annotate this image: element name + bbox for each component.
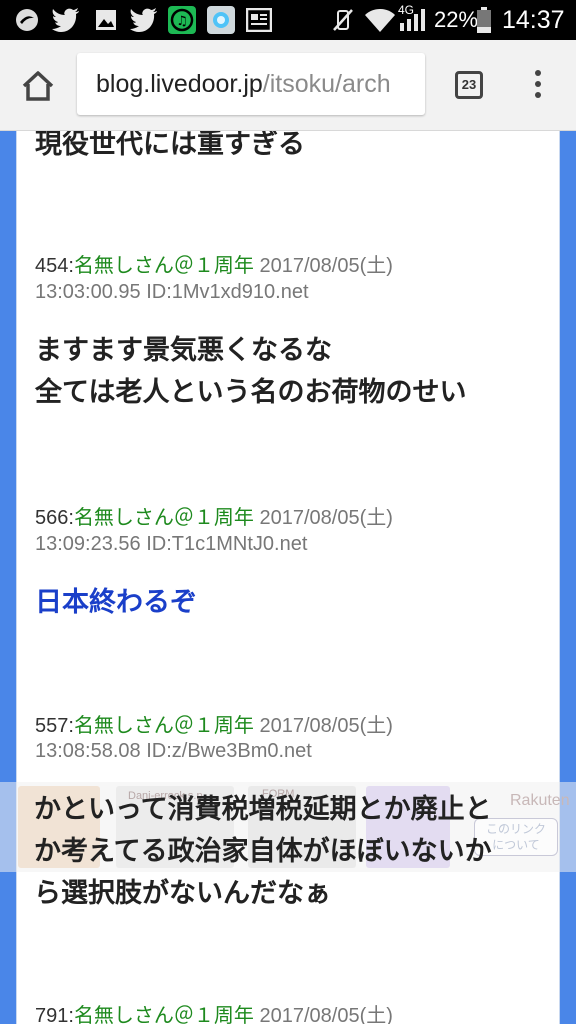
signal-icon [398, 6, 426, 34]
address-bar[interactable]: blog.livedoor.jp/itsoku/arch [77, 53, 425, 115]
post-body-line: ますます景気悪くなるな [35, 335, 332, 366]
post-body-line: ら選択肢がないんだなぁ [34, 878, 331, 909]
app-notification-icon [14, 6, 40, 34]
post-body-line: 日本終わるぞ [35, 587, 197, 618]
ad-brand: Rakuten [510, 792, 570, 809]
battery-icon [476, 6, 492, 34]
browser-toolbar: blog.livedoor.jp/itsoku/arch 23 [0, 40, 576, 131]
poster-name[interactable]: 名無しさん＠１周年 [74, 255, 254, 277]
post-date: 2017/08/05(土) [259, 715, 393, 737]
post-date: 2017/08/05(土) [259, 507, 393, 529]
post-number: 557: [35, 715, 74, 737]
post-time-id: 13:08:58.08 ID:z/Bwe3Bm0.net [35, 740, 312, 762]
post-date: 2017/08/05(土) [259, 1005, 393, 1024]
poster-name[interactable]: 名無しさん＠１周年 [74, 507, 254, 529]
tab-switcher-button[interactable]: 23 [455, 71, 483, 99]
music-app-icon: ♫ [168, 6, 196, 34]
post-body-line: かといって消費税増税延期とか廃止と [34, 794, 492, 825]
post-header: 557:名無しさん＠１周年 2017/08/05(土) [35, 709, 393, 738]
clock: 14:37 [502, 6, 565, 34]
post-body-line: 全ては老人という名のお荷物のせい [35, 377, 467, 408]
url-text[interactable]: blog.livedoor.jp/itsoku/arch [96, 53, 391, 115]
post-number: 566: [35, 507, 74, 529]
home-icon [22, 71, 54, 101]
overflow-menu-button[interactable] [526, 68, 550, 104]
camera-app-icon [207, 6, 235, 34]
home-button[interactable] [16, 64, 60, 108]
menu-dot [535, 70, 541, 76]
status-bar: ♫ 4G 22% 14:37 [0, 0, 576, 40]
post-header: 791:名無しさん＠１周年 2017/08/05(土) [35, 999, 393, 1024]
url-path: /itsoku/arch [262, 70, 391, 98]
post-header: 566:名無しさん＠１周年 2017/08/05(土) [35, 501, 393, 530]
news-icon [246, 6, 272, 34]
wifi-icon [364, 6, 396, 34]
poster-name[interactable]: 名無しさん＠１周年 [74, 715, 254, 737]
url-domain: blog.livedoor.jp [96, 70, 263, 98]
post-body-line: か考えてる政治家自体がほぼいないか [34, 836, 492, 867]
post-header: 454:名無しさん＠１周年 2017/08/05(土) [35, 249, 393, 278]
svg-text:♫: ♫ [176, 14, 188, 29]
post-number: 791: [35, 1005, 74, 1024]
twitter-icon [52, 6, 80, 34]
post-date: 2017/08/05(土) [259, 255, 393, 277]
post-number: 454: [35, 255, 74, 277]
post-body-partial: 現役世代には重すぎる [35, 131, 305, 160]
mute-vibrate-icon [332, 6, 354, 34]
image-icon [95, 6, 117, 34]
post-time-id: 13:09:23.56 ID:T1c1MNtJ0.net [35, 533, 308, 555]
menu-dot [535, 92, 541, 98]
poster-name[interactable]: 名無しさん＠１周年 [74, 1005, 254, 1024]
post-time-id: 13:03:00.95 ID:1Mv1xd910.net [35, 281, 309, 303]
menu-dot [535, 81, 541, 87]
twitter-icon [130, 6, 158, 34]
battery-percent: 22% [434, 7, 479, 32]
